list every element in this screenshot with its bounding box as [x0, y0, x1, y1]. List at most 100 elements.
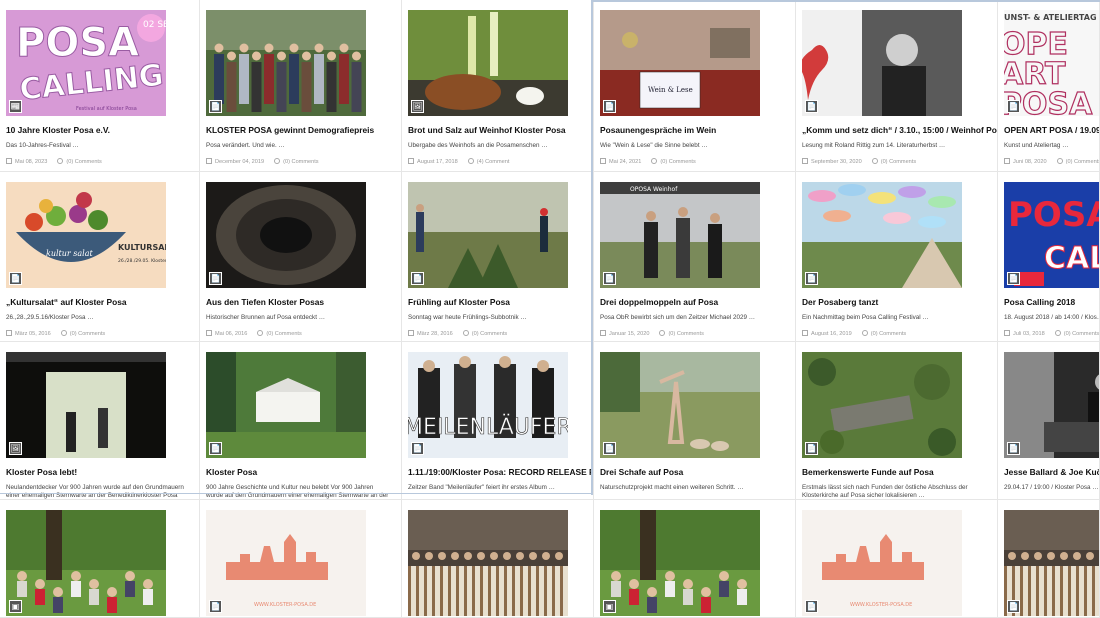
post-format-icon: ▣	[603, 600, 616, 613]
post-title-link[interactable]: Aus den Tiefen Kloster Posas	[206, 297, 396, 307]
post-meta: Mai 06, 2016 (0) Comments	[206, 330, 396, 337]
post-excerpt: Historischer Brunnen auf Posa entdeckt …	[206, 314, 326, 321]
post-title-link[interactable]: Kloster Posa lebt!	[6, 467, 196, 477]
post-title-link[interactable]: 1.11./19:00/Kloster Posa: RECORD RELEASE…	[408, 467, 593, 477]
post-thumbnail[interactable]: POSA CALLING 02 SEP Festival auf Kloster…	[6, 10, 166, 116]
post-thumbnail[interactable]: 🖼	[6, 352, 166, 458]
post-title-link[interactable]: Bemerkenswerte Funde auf Posa	[802, 467, 992, 477]
post-date: August 17, 2018	[417, 159, 458, 165]
calendar-icon	[408, 158, 414, 164]
post-title-link[interactable]: 10 Jahre Kloster Posa e.V.	[6, 125, 196, 135]
post-card: 📄 Der Posaberg tanzt Ein Nachmittag beim P…	[796, 172, 998, 342]
post-title-link[interactable]: Drei doppelmoppeln auf Posa	[600, 297, 790, 307]
post-title-link[interactable]: Jesse Ballard & Joe Kučera	[1004, 467, 1099, 477]
post-title-link[interactable]: „Komm und setz dich“ / 3.10., 15:00 / We…	[802, 125, 997, 135]
post-comments-link[interactable]: (0) Comments	[871, 331, 906, 337]
post-date: Januar 15, 2020	[609, 331, 650, 337]
post-comments-link[interactable]: (0) Comments	[472, 331, 507, 337]
post-comments-link[interactable]: (0) Comments	[66, 159, 101, 165]
post-thumbnail[interactable]: 📄	[1004, 352, 1099, 458]
post-excerpt: Lesung mit Roland Rittig zum 14. Literat…	[802, 142, 946, 149]
post-comments-link[interactable]: (0) Comments	[668, 331, 703, 337]
post-card: 📄 Bemerkenswerte Funde auf Posa Erstmals l…	[796, 342, 998, 500]
post-title-link[interactable]: Drei Schafe auf Posa	[600, 467, 790, 477]
post-thumbnail[interactable]: 📄	[206, 182, 366, 288]
post-format-icon: 📄	[209, 100, 222, 113]
post-comments-link[interactable]: (0) Comments	[881, 159, 916, 165]
post-card: ▣	[0, 500, 200, 618]
post-thumbnail[interactable]: ▣	[600, 510, 760, 616]
calendar-icon	[600, 158, 606, 164]
post-format-icon: 📄	[1007, 442, 1020, 455]
post-date: Juni 08, 2020	[1013, 159, 1047, 165]
post-card: WWW.KLOSTER-POSA.DE 📄	[796, 500, 998, 618]
calendar-icon	[206, 330, 212, 336]
calendar-icon	[408, 330, 414, 336]
comment-icon	[1054, 330, 1061, 336]
post-comments-link[interactable]: (0) Comments	[283, 159, 318, 165]
post-comments-link[interactable]: (0) Comments	[266, 331, 301, 337]
post-card: 📄 Drei Schafe auf Posa Naturschutzprojekt …	[594, 342, 796, 500]
post-thumbnail[interactable]: WWW.KLOSTER-POSA.DE 📄	[802, 510, 962, 616]
post-card: OPOSA Weinhof 📄 Drei doppelmoppeln auf Po…	[594, 172, 796, 342]
post-thumbnail[interactable]: 📄	[802, 10, 962, 116]
post-thumbnail[interactable]: UNST- & ATELIERTAG OPE ART POSA 📄	[1004, 10, 1099, 116]
post-comments-link[interactable]: (0) Comments	[1064, 331, 1099, 337]
post-format-icon: 📄	[805, 100, 818, 113]
post-excerpt: Naturschutzprojekt macht einen weiteren …	[600, 484, 744, 491]
post-comments-link[interactable]: (0) Comments	[660, 159, 695, 165]
calendar-icon	[206, 158, 212, 164]
post-thumbnail[interactable]: OPOSA Weinhof 📄	[600, 182, 760, 288]
post-thumbnail[interactable]: kultur salat KULTURSALAT 26./28./29.05. …	[6, 182, 166, 288]
post-format-icon: 📄	[805, 442, 818, 455]
post-format-icon: 📰	[9, 100, 22, 113]
post-format-icon: 📄	[411, 442, 424, 455]
post-date: Mai 08, 2023	[15, 159, 48, 165]
post-thumbnail[interactable]: 📄	[408, 182, 568, 288]
post-title-link[interactable]: Posaunengespräche im Wein	[600, 125, 790, 135]
post-format-icon: 📄	[603, 442, 616, 455]
post-excerpt: Ein Nachmittag beim Posa Calling Festiva…	[802, 314, 929, 321]
post-title-link[interactable]: Posa Calling 2018	[1004, 297, 1099, 307]
svg-text:WWW.KLOSTER-POSA.DE: WWW.KLOSTER-POSA.DE	[850, 602, 912, 608]
post-thumbnail[interactable]: 📄	[600, 352, 760, 458]
post-card: 📄 Aus den Tiefen Kloster Posas Historische…	[200, 172, 402, 342]
post-thumbnail[interactable]: 🖼	[408, 10, 568, 116]
svg-text:02 SEP: 02 SEP	[143, 20, 166, 30]
post-thumbnail[interactable]: 📄	[802, 352, 962, 458]
post-comments-link[interactable]: (4) Comment	[477, 159, 510, 165]
post-card: MEILENLÄUFER 📄 1.11./19:00/Kloster Posa: R…	[402, 342, 594, 500]
post-title-link[interactable]: „Kultursalat“ auf Kloster Posa	[6, 297, 196, 307]
selection-outline-top	[593, 0, 1100, 2]
post-comments-link[interactable]: (0) Comments	[1066, 159, 1099, 165]
post-format-icon: 📄	[603, 272, 616, 285]
post-comments-link[interactable]: (0) Comments	[70, 331, 105, 337]
svg-text:CALL: CALL	[1044, 241, 1100, 276]
post-thumbnail[interactable]: 📄	[206, 10, 366, 116]
post-title-link[interactable]: KLOSTER POSA gewinnt Demografiepreis	[206, 125, 396, 135]
post-format-icon: 🖼	[411, 100, 424, 113]
post-date: December 04, 2019	[215, 159, 265, 165]
post-thumbnail[interactable]: 📄	[802, 182, 962, 288]
post-title-link[interactable]: Frühling auf Kloster Posa	[408, 297, 593, 307]
svg-text:kultur salat: kultur salat	[46, 249, 93, 258]
svg-text:POSA: POSA	[1008, 195, 1100, 235]
post-title-link[interactable]: Kloster Posa	[206, 467, 396, 477]
comment-icon	[462, 330, 469, 336]
post-meta: Juni 08, 2020 (0) Comments	[1004, 158, 1099, 165]
post-format-icon: 📄	[1007, 100, 1020, 113]
post-thumbnail[interactable]: MEILENLÄUFER 📄	[408, 352, 568, 458]
post-excerpt: Zeitzer Band "Meilenläufer" feiert ihr e…	[408, 484, 555, 491]
post-thumbnail[interactable]	[408, 510, 568, 616]
comment-icon	[257, 330, 264, 336]
post-thumbnail[interactable]: WWW.KLOSTER-POSA.DE 📄	[206, 510, 366, 616]
post-title-link[interactable]: Der Posaberg tanzt	[802, 297, 992, 307]
post-thumbnail[interactable]: 📄	[1004, 510, 1099, 616]
post-title-link[interactable]: Brot und Salz auf Weinhof Kloster Posa	[408, 125, 593, 135]
post-thumbnail[interactable]: Wein & Lese 📄	[600, 10, 760, 116]
post-thumbnail[interactable]: ▣	[6, 510, 166, 616]
post-thumbnail[interactable]: POSA CALL 📄	[1004, 182, 1100, 288]
post-title-link[interactable]: OPEN ART POSA / 19.09., 15:00	[1004, 125, 1099, 135]
post-thumbnail[interactable]: 📄	[206, 352, 366, 458]
svg-text:OPOSA Weinhof: OPOSA Weinhof	[630, 186, 678, 193]
